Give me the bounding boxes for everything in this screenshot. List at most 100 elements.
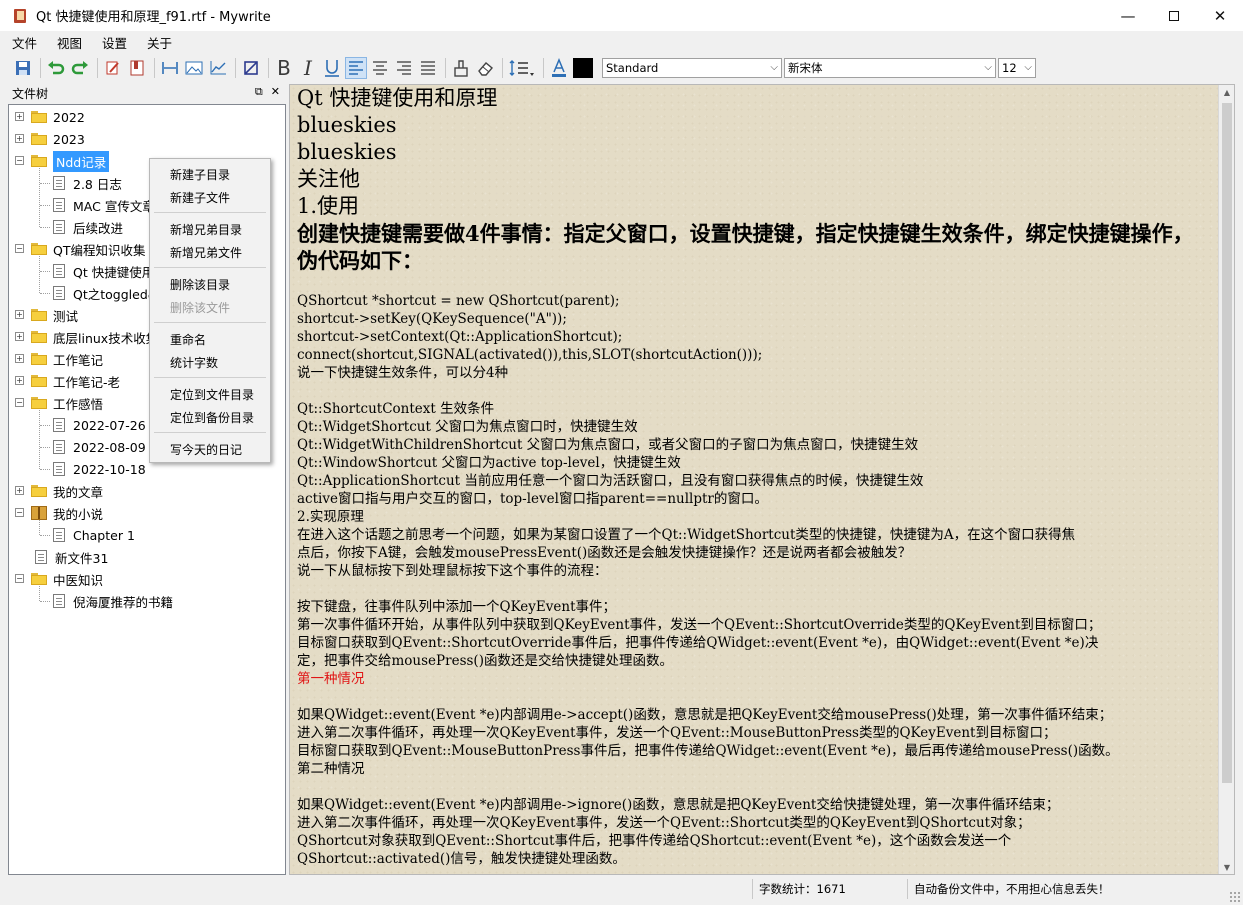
align-justify-icon[interactable] (417, 57, 439, 79)
text-editor[interactable]: Qt 快捷键使用和原理 blueskies blueskies 关注他 1.使用 创建快捷… (289, 84, 1235, 875)
tree-file-item[interactable]: 2022-07-26 (53, 414, 146, 436)
tree-folder-item[interactable]: Ndd记录 (31, 150, 110, 172)
edit-icon[interactable] (102, 57, 124, 79)
tree-item-label: 2022-08-09 (73, 439, 146, 455)
font-combo-value: 新宋体 (788, 61, 823, 75)
expand-icon[interactable]: + (15, 376, 24, 385)
redo-icon[interactable] (69, 57, 91, 79)
scroll-up-icon[interactable]: ▲ (1219, 85, 1234, 101)
bold-icon[interactable]: B (273, 56, 295, 80)
width-icon[interactable] (159, 57, 181, 79)
expand-icon[interactable]: + (15, 354, 24, 363)
tree-folder-item[interactable]: 底层linux技术收集 (31, 326, 158, 348)
window-title: Qt 快捷键使用和原理_f91.rtf - Mywrite (36, 10, 271, 25)
tree-guide-line (40, 469, 50, 470)
collapse-icon[interactable]: − (15, 244, 24, 253)
style-combo[interactable]: Standard ⌵ (602, 58, 782, 78)
expand-icon[interactable]: + (15, 310, 24, 319)
expand-icon[interactable]: + (15, 134, 24, 143)
context-menu-item[interactable]: 统计字数 (170, 354, 218, 371)
tree-item-label: 2022 (53, 109, 85, 125)
editor-text-line: Qt::ShortcutContext 生效条件 (297, 401, 495, 417)
tree-item-label: Qt 快捷键使用 (73, 264, 155, 280)
editor-heading-line: blueskies (297, 140, 397, 164)
tree-folder-item[interactable]: 2022 (31, 106, 85, 128)
tree-file-item[interactable]: 2022-10-18 (53, 458, 146, 480)
font-color-icon[interactable] (548, 57, 570, 79)
chart-icon[interactable] (207, 57, 229, 79)
close-icon[interactable]: ✕ (1197, 0, 1243, 31)
tree-guide-line (40, 601, 50, 602)
tree-item-label: 底层linux技术收集 (53, 330, 159, 346)
context-menu-item[interactable]: 新增兄弟目录 (170, 221, 242, 238)
tree-file-item[interactable]: 后续改进 (53, 216, 123, 238)
align-right-icon[interactable] (393, 57, 415, 79)
highlight-color-icon[interactable] (572, 57, 594, 79)
float-icon[interactable]: ⧉ (255, 85, 263, 99)
minimize-icon[interactable]: — (1105, 0, 1151, 31)
menu-settings[interactable]: 设置 (99, 31, 130, 54)
undo-icon[interactable] (45, 57, 67, 79)
tree-folder-item[interactable]: 我的文章 (31, 480, 103, 502)
tree-folder-item[interactable]: 我的小说 (31, 502, 103, 524)
crop-icon[interactable] (240, 57, 262, 79)
size-combo[interactable]: 12 ⌵ (998, 58, 1036, 78)
tree-folder-item[interactable]: QT编程知识收集 (31, 238, 145, 260)
context-menu-item[interactable]: 新增兄弟文件 (170, 244, 242, 261)
editor-heading-line: 创建快捷键需要做4件事情：指定父窗口，设置快捷键，指定快捷键生效条件，绑定快捷键… (297, 221, 1194, 273)
tree-folder-item[interactable]: 工作感悟 (31, 392, 103, 414)
tree-folder-item[interactable]: 2023 (31, 128, 85, 150)
tree-folder-item[interactable]: 中医知识 (31, 568, 103, 590)
context-menu-item[interactable]: 新建子文件 (170, 189, 230, 206)
italic-icon[interactable]: I (297, 56, 319, 80)
editor-text-line: 目标窗口获取到QEvent::ShortcutOverride事件后，把事件传递… (297, 635, 1099, 651)
context-menu-item[interactable]: 写今天的日记 (170, 441, 242, 458)
tree-file-item[interactable]: MAC 宣传文章 (53, 194, 155, 216)
font-combo[interactable]: 新宋体 ⌵ (784, 58, 996, 78)
tree-file-item[interactable]: Qt之toggled& (53, 282, 158, 304)
eraser-icon[interactable] (474, 57, 496, 79)
editor-content[interactable]: Qt 快捷键使用和原理 blueskies blueskies 关注他 1.使用 创建快捷… (297, 85, 1213, 868)
context-menu-item[interactable]: 新建子目录 (170, 166, 230, 183)
tree-item-label: QT编程知识收集 (53, 242, 146, 258)
tree-file-item[interactable]: 倪海厦推荐的书籍 (53, 590, 173, 612)
line-spacing-icon[interactable] (507, 57, 537, 79)
expand-icon[interactable]: + (15, 112, 24, 121)
underline-icon[interactable] (321, 57, 343, 79)
tree-file-item[interactable]: 2.8 日志 (53, 172, 122, 194)
tree-folder-item[interactable]: 工作笔记 (31, 348, 103, 370)
maximize-icon[interactable] (1151, 0, 1197, 31)
collapse-icon[interactable]: − (15, 398, 24, 407)
context-menu-item[interactable]: 重命名 (170, 331, 206, 348)
collapse-icon[interactable]: − (15, 156, 24, 165)
tree-file-item[interactable]: Chapter 1 (53, 524, 135, 546)
menu-file[interactable]: 文件 (9, 31, 40, 54)
tree-file-item[interactable]: Qt 快捷键使用 (53, 260, 154, 282)
toolbar-separator (268, 58, 269, 78)
tree-file-item[interactable]: 新文件31 (35, 546, 108, 568)
tree-guide-line (40, 447, 50, 448)
bookmark-icon[interactable] (126, 57, 148, 79)
image-icon[interactable] (183, 57, 205, 79)
vertical-scrollbar[interactable]: ▲ ▼ (1218, 85, 1234, 874)
menu-view[interactable]: 视图 (54, 31, 85, 54)
expand-icon[interactable]: + (15, 486, 24, 495)
scroll-thumb[interactable] (1222, 103, 1232, 783)
tree-folder-item[interactable]: 工作笔记-老 (31, 370, 120, 392)
format-painter-icon[interactable] (450, 57, 472, 79)
resize-grip[interactable] (1229, 891, 1241, 903)
align-center-icon[interactable] (369, 57, 391, 79)
menu-about[interactable]: 关于 (144, 31, 175, 54)
collapse-icon[interactable]: − (15, 574, 24, 583)
context-menu-item[interactable]: 删除该目录 (170, 276, 230, 293)
context-menu-item[interactable]: 定位到备份目录 (170, 409, 254, 426)
collapse-icon[interactable]: − (15, 508, 24, 517)
close-icon[interactable]: ✕ (271, 85, 280, 99)
scroll-down-icon[interactable]: ▼ (1219, 860, 1234, 874)
tree-folder-item[interactable]: 测试 (31, 304, 78, 326)
align-left-icon[interactable] (345, 57, 367, 79)
context-menu-item[interactable]: 定位到文件目录 (170, 386, 254, 403)
save-icon[interactable] (12, 57, 34, 79)
tree-file-item[interactable]: 2022-08-09 (53, 436, 146, 458)
expand-icon[interactable]: + (15, 332, 24, 341)
